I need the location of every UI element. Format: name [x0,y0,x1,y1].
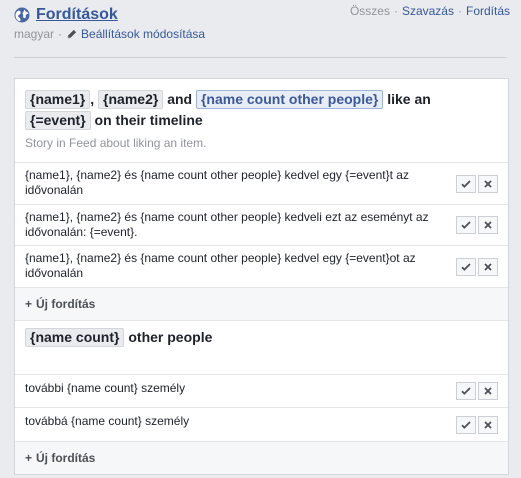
translation-row: {name1}, {name2} és {name count other pe… [15,204,508,245]
check-icon [461,179,471,188]
page-header: Fordítások magyar · Beállítások módosítá… [0,0,521,52]
reject-button[interactable] [478,415,498,434]
source-string: {name1}, {name2} and {name count other p… [15,79,508,162]
token-name1[interactable]: {name1} [25,90,91,109]
vote-buttons [454,382,498,400]
translation-text: {name1}, {name2} és {name count other pe… [25,210,429,239]
source-string: {name count} other people [15,320,508,374]
close-icon [484,420,492,429]
token-name-count[interactable]: {name count} [25,328,125,347]
source-description: Story in Feed about liking an item. [25,136,207,150]
pencil-icon [67,29,77,38]
accept-button[interactable] [456,415,476,434]
source-word-like-an: like an [387,91,431,107]
check-icon [461,387,471,395]
token-name-count[interactable]: {name count other people} [195,90,384,109]
check-icon [461,262,471,271]
plus-icon: + [25,451,33,465]
vote-buttons [454,257,498,276]
translation-row: továbbá {name count} személy [15,407,508,441]
add-translation-label: Új fordítás [36,297,96,311]
check-icon [461,420,471,429]
add-translation-button[interactable]: + Új fordítás [15,441,508,474]
separator: · [58,27,63,41]
vote-buttons [454,216,498,234]
filter-link-vote[interactable]: Szavazás [402,4,454,18]
close-icon [484,387,492,395]
separator: · [393,4,398,18]
source-word-and: and [167,91,193,107]
close-icon [484,221,492,229]
accept-button[interactable] [456,174,476,193]
header-divider [14,57,507,58]
reject-button[interactable] [478,382,498,400]
comma: , [90,91,95,107]
language-label: magyar [14,27,55,41]
separator: · [457,4,462,18]
accept-button[interactable] [456,382,476,400]
translation-text: továbbá {name count} személy [25,414,190,428]
source-word-tail: other people [128,329,213,345]
source-word-tail: on their timeline [94,112,203,128]
reject-button[interactable] [478,174,498,193]
translation-row: további {name count} személy [15,374,508,407]
source-text: {name count} other people [25,327,498,348]
settings-link[interactable]: Beállítások módosítása [81,27,205,41]
subheader: magyar · Beállítások módosítása [14,27,205,41]
token-event[interactable]: {=event} [25,111,91,130]
filter-link-all[interactable]: Összes [350,4,390,18]
token-name2[interactable]: {name2} [98,90,164,109]
source-text: {name1}, {name2} and {name count other p… [25,89,498,131]
title-row: Fordítások [14,6,118,24]
accept-button[interactable] [456,257,476,276]
globe-icon [14,7,30,23]
vote-buttons [454,174,498,193]
close-icon [484,179,492,188]
vote-buttons [454,415,498,434]
close-icon [484,262,492,271]
translation-text: további {name count} személy [25,381,186,395]
translation-row: {name1}, {name2} és {name count other pe… [15,245,508,287]
check-icon [461,221,471,229]
translation-text: {name1}, {name2} és {name count other pe… [25,251,416,280]
add-translation-label: Új fordítás [36,451,96,465]
translation-text: {name1}, {name2} és {name count other pe… [25,168,409,197]
plus-icon: + [25,297,33,311]
filter-link-translate[interactable]: Fordítás [466,4,510,18]
filter-links: Összes · Szavazás · Fordítás [350,4,510,18]
page-title[interactable]: Fordítások [36,6,118,24]
reject-button[interactable] [478,216,498,234]
translation-panel: {name1}, {name2} and {name count other p… [14,78,509,475]
translation-row: {name1}, {name2} és {name count other pe… [15,162,508,204]
accept-button[interactable] [456,216,476,234]
add-translation-button[interactable]: + Új fordítás [15,287,508,320]
reject-button[interactable] [478,257,498,276]
